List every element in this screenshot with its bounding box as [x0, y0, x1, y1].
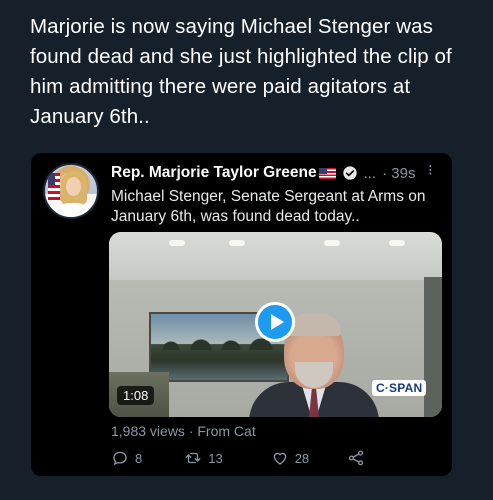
truncation-ellipsis: ...	[363, 164, 377, 182]
more-icon[interactable]: ⁝	[428, 161, 433, 179]
avatar[interactable]	[43, 163, 99, 219]
share-button[interactable]	[347, 449, 365, 467]
retweet-count: 13	[208, 450, 223, 466]
video-ceiling	[109, 232, 442, 280]
action-bar: 8 13 28	[111, 449, 365, 467]
retweet-button[interactable]: 13	[184, 449, 223, 467]
like-count: 28	[294, 450, 310, 466]
video-duration: 1:08	[117, 386, 155, 405]
ceiling-light	[324, 240, 340, 246]
us-flag-icon	[318, 167, 336, 179]
like-icon	[273, 452, 287, 465]
cspan-watermark: C·SPAN	[372, 380, 427, 396]
embedded-tweet[interactable]: Rep. Marjorie Taylor Greene ... · 39s ⁝ …	[31, 153, 452, 476]
post-caption: Marjorie is now saying Michael Stenger w…	[30, 15, 452, 128]
ceiling-light	[229, 240, 245, 246]
tweet-header: Rep. Marjorie Taylor Greene ... · 39s	[111, 164, 415, 182]
ceiling-light	[169, 240, 185, 246]
tweet-text: Michael Stenger, Senate Sergeant at Arms…	[111, 188, 426, 225]
ceiling-light	[389, 240, 405, 246]
tweet-time[interactable]: · 39s	[382, 165, 415, 182]
reply-icon	[113, 451, 127, 466]
speaker-hair	[287, 314, 341, 336]
play-icon[interactable]	[255, 302, 295, 342]
retweet-icon	[185, 452, 201, 464]
verified-icon	[342, 166, 357, 180]
avatar-face	[66, 177, 81, 196]
reply-button[interactable]: 8	[111, 449, 142, 467]
share-icon	[349, 450, 364, 466]
avatar-flag	[48, 173, 60, 201]
reply-count: 8	[135, 450, 143, 466]
video-player[interactable]: 1:08 C·SPAN	[109, 232, 442, 417]
author-name[interactable]: Rep. Marjorie Taylor Greene	[111, 164, 317, 182]
like-button[interactable]: 28	[271, 449, 309, 467]
video-window	[424, 277, 442, 417]
avatar-shirt	[55, 203, 91, 217]
views-line: 1,983 views · From Cat	[111, 423, 256, 439]
